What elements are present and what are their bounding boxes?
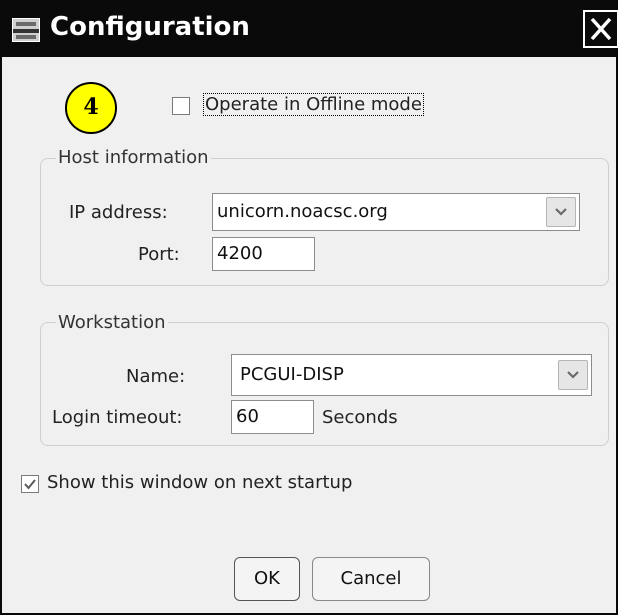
- ip-dropdown-button[interactable]: [546, 197, 576, 227]
- ip-address-label: IP address:: [69, 202, 168, 223]
- title-bar[interactable]: Configuration: [2, 2, 618, 57]
- port-label: Port:: [138, 244, 180, 265]
- cancel-button[interactable]: Cancel: [312, 557, 430, 601]
- show-on-startup-checkbox[interactable]: [21, 475, 39, 493]
- workstation-legend: Workstation: [56, 312, 168, 333]
- offline-mode-label-text: Operate in Offline mode: [203, 93, 424, 116]
- host-information-legend: Host information: [56, 147, 211, 168]
- name-label: Name:: [126, 366, 186, 387]
- checkmark-icon: [24, 479, 36, 490]
- step-number-badge: 4: [65, 82, 117, 134]
- chevron-down-icon: [567, 371, 579, 379]
- workstation-name-value: PCGUI-DISP: [240, 364, 344, 385]
- seconds-unit-label: Seconds: [322, 407, 398, 428]
- ip-address-value: unicorn.noacsc.org: [217, 201, 388, 222]
- chevron-down-icon: [555, 208, 567, 216]
- offline-mode-checkbox[interactable]: [172, 97, 190, 115]
- port-value: 4200: [217, 243, 263, 264]
- ok-button[interactable]: OK: [234, 557, 300, 601]
- workstation-name-combobox[interactable]: PCGUI-DISP: [231, 354, 592, 396]
- login-timeout-label: Login timeout:: [52, 407, 183, 428]
- offline-mode-label[interactable]: Operate in Offline mode: [203, 93, 424, 116]
- window-title: Configuration: [50, 12, 250, 42]
- close-icon[interactable]: [583, 10, 618, 48]
- port-input[interactable]: 4200: [212, 237, 315, 271]
- configuration-dialog: Configuration 4 Operate in Offline mode …: [0, 0, 618, 615]
- login-timeout-value: 60: [236, 406, 259, 427]
- ip-address-combobox[interactable]: unicorn.noacsc.org: [212, 193, 580, 231]
- login-timeout-input[interactable]: 60: [231, 400, 314, 434]
- app-icon: [12, 18, 40, 42]
- show-on-startup-label[interactable]: Show this window on next startup: [47, 472, 352, 493]
- workstation-dropdown-button[interactable]: [558, 360, 588, 390]
